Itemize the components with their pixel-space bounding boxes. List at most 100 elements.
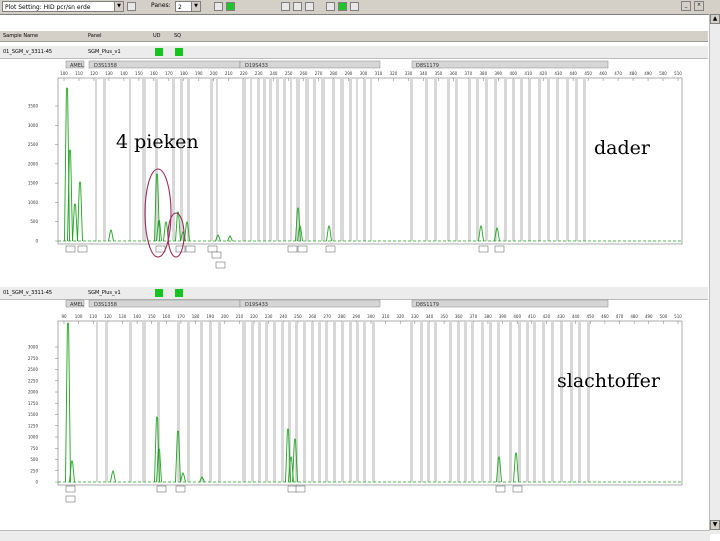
x-tick-label: 410 xyxy=(528,314,536,319)
x-tick-label: 110 xyxy=(89,314,97,319)
scroll-down-icon[interactable]: ▼ xyxy=(710,520,720,530)
x-tick-label: 420 xyxy=(539,71,547,76)
allele-bin xyxy=(542,322,545,482)
x-tick-label: 90 xyxy=(61,314,67,319)
x-tick-label: 310 xyxy=(375,71,383,76)
allele-bin xyxy=(504,79,507,241)
peak xyxy=(72,203,78,242)
x-tick-label: 340 xyxy=(426,314,434,319)
y-tick-label: 1500 xyxy=(28,412,39,417)
x-tick-label: 440 xyxy=(569,71,577,76)
allele-call-box xyxy=(185,245,196,253)
x-tick-label: 400 xyxy=(513,314,521,319)
x-tick-label: 180 xyxy=(192,314,200,319)
x-tick-label: 370 xyxy=(465,71,473,76)
allele-bin xyxy=(471,322,474,482)
allele-call-box xyxy=(287,485,298,493)
vertical-scrollbar[interactable]: ▲ ▼ xyxy=(709,14,720,534)
allele-bin xyxy=(372,322,375,482)
allele-call-box xyxy=(495,485,506,493)
allele-bin xyxy=(313,79,316,241)
scroll-up-icon[interactable]: ▲ xyxy=(710,14,720,24)
marker-label: D19S433 xyxy=(245,63,268,69)
x-tick-label: 100 xyxy=(60,71,68,76)
allele-bin xyxy=(263,79,266,241)
marker-bar xyxy=(411,299,609,308)
x-tick-label: 280 xyxy=(338,314,346,319)
peak xyxy=(65,322,71,483)
x-tick-label: 220 xyxy=(240,71,248,76)
allele-bin xyxy=(257,79,260,241)
x-tick-label: 500 xyxy=(660,314,668,319)
y-tick-label: 3000 xyxy=(28,345,39,350)
allele-call-box xyxy=(155,245,166,253)
allele-bin xyxy=(583,79,586,241)
x-tick-label: 370 xyxy=(470,314,478,319)
allele-bin xyxy=(283,79,286,241)
x-tick-label: 200 xyxy=(210,71,218,76)
allele-bin xyxy=(349,79,352,241)
allele-bin xyxy=(251,322,254,482)
electropherogram: AMEL D3S1358 D19S433 D8S1179 100 110 120 130 140… xyxy=(28,60,683,503)
allele-call-box xyxy=(175,245,186,253)
x-tick-label: 230 xyxy=(265,314,273,319)
x-tick-label: 330 xyxy=(405,71,413,76)
allele-bin xyxy=(457,322,460,482)
x-tick-label: 130 xyxy=(119,314,127,319)
x-tick-label: 240 xyxy=(279,314,287,319)
x-tick-label: 500 xyxy=(659,71,667,76)
y-tick-label: 1500 xyxy=(28,181,39,186)
peak xyxy=(326,225,332,242)
allele-bin xyxy=(512,79,515,241)
x-tick-label: 190 xyxy=(195,71,203,76)
allele-bin xyxy=(434,322,437,482)
allele-bin xyxy=(290,79,292,241)
allele-bin xyxy=(216,79,218,241)
allele-bin xyxy=(560,322,563,482)
allele-call-box xyxy=(65,485,76,493)
allele-bin xyxy=(447,79,450,241)
allele-bin xyxy=(578,322,581,482)
y-tick-label: 3000 xyxy=(28,123,39,128)
allele-bin xyxy=(485,79,488,241)
x-tick-label: 140 xyxy=(133,314,141,319)
x-tick-label: 480 xyxy=(630,314,638,319)
x-tick-label: 110 xyxy=(75,71,83,76)
allele-bin xyxy=(556,79,559,241)
allele-bin xyxy=(273,322,276,482)
peak xyxy=(110,470,116,483)
marker-label: D8S1179 xyxy=(416,302,439,308)
allele-bin xyxy=(547,79,550,241)
x-tick-label: 100 xyxy=(75,314,83,319)
x-tick-label: 380 xyxy=(484,314,492,319)
marker-label: D3S1358 xyxy=(94,63,117,69)
x-tick-label: 190 xyxy=(206,314,214,319)
x-tick-label: 340 xyxy=(420,71,428,76)
x-tick-label: 490 xyxy=(644,71,652,76)
allele-bin xyxy=(281,322,284,482)
allele-call-box xyxy=(175,485,186,493)
allele-bin xyxy=(481,322,484,482)
allele-bin xyxy=(332,79,335,241)
x-tick-label: 160 xyxy=(150,71,158,76)
allele-bin xyxy=(425,79,428,241)
x-tick-label: 280 xyxy=(330,71,338,76)
allele-bin xyxy=(526,322,529,482)
y-tick-label: 0 xyxy=(35,239,38,244)
allele-bin xyxy=(587,322,590,482)
allele-bin xyxy=(209,322,212,482)
horizontal-scrollbar[interactable] xyxy=(0,530,710,541)
y-tick-label: 500 xyxy=(30,457,38,462)
x-tick-label: 210 xyxy=(225,71,233,76)
x-tick-label: 150 xyxy=(148,314,156,319)
x-tick-label: 240 xyxy=(270,71,278,76)
marker-bar xyxy=(411,60,609,69)
x-tick-label: 430 xyxy=(554,71,562,76)
allele-bin xyxy=(265,322,268,482)
x-tick-label: 470 xyxy=(614,71,622,76)
allele-bin xyxy=(538,79,541,241)
allele-call-box xyxy=(297,245,308,253)
allele-bin xyxy=(172,79,175,241)
allele-bin xyxy=(311,322,314,482)
allele-bin xyxy=(449,322,452,482)
